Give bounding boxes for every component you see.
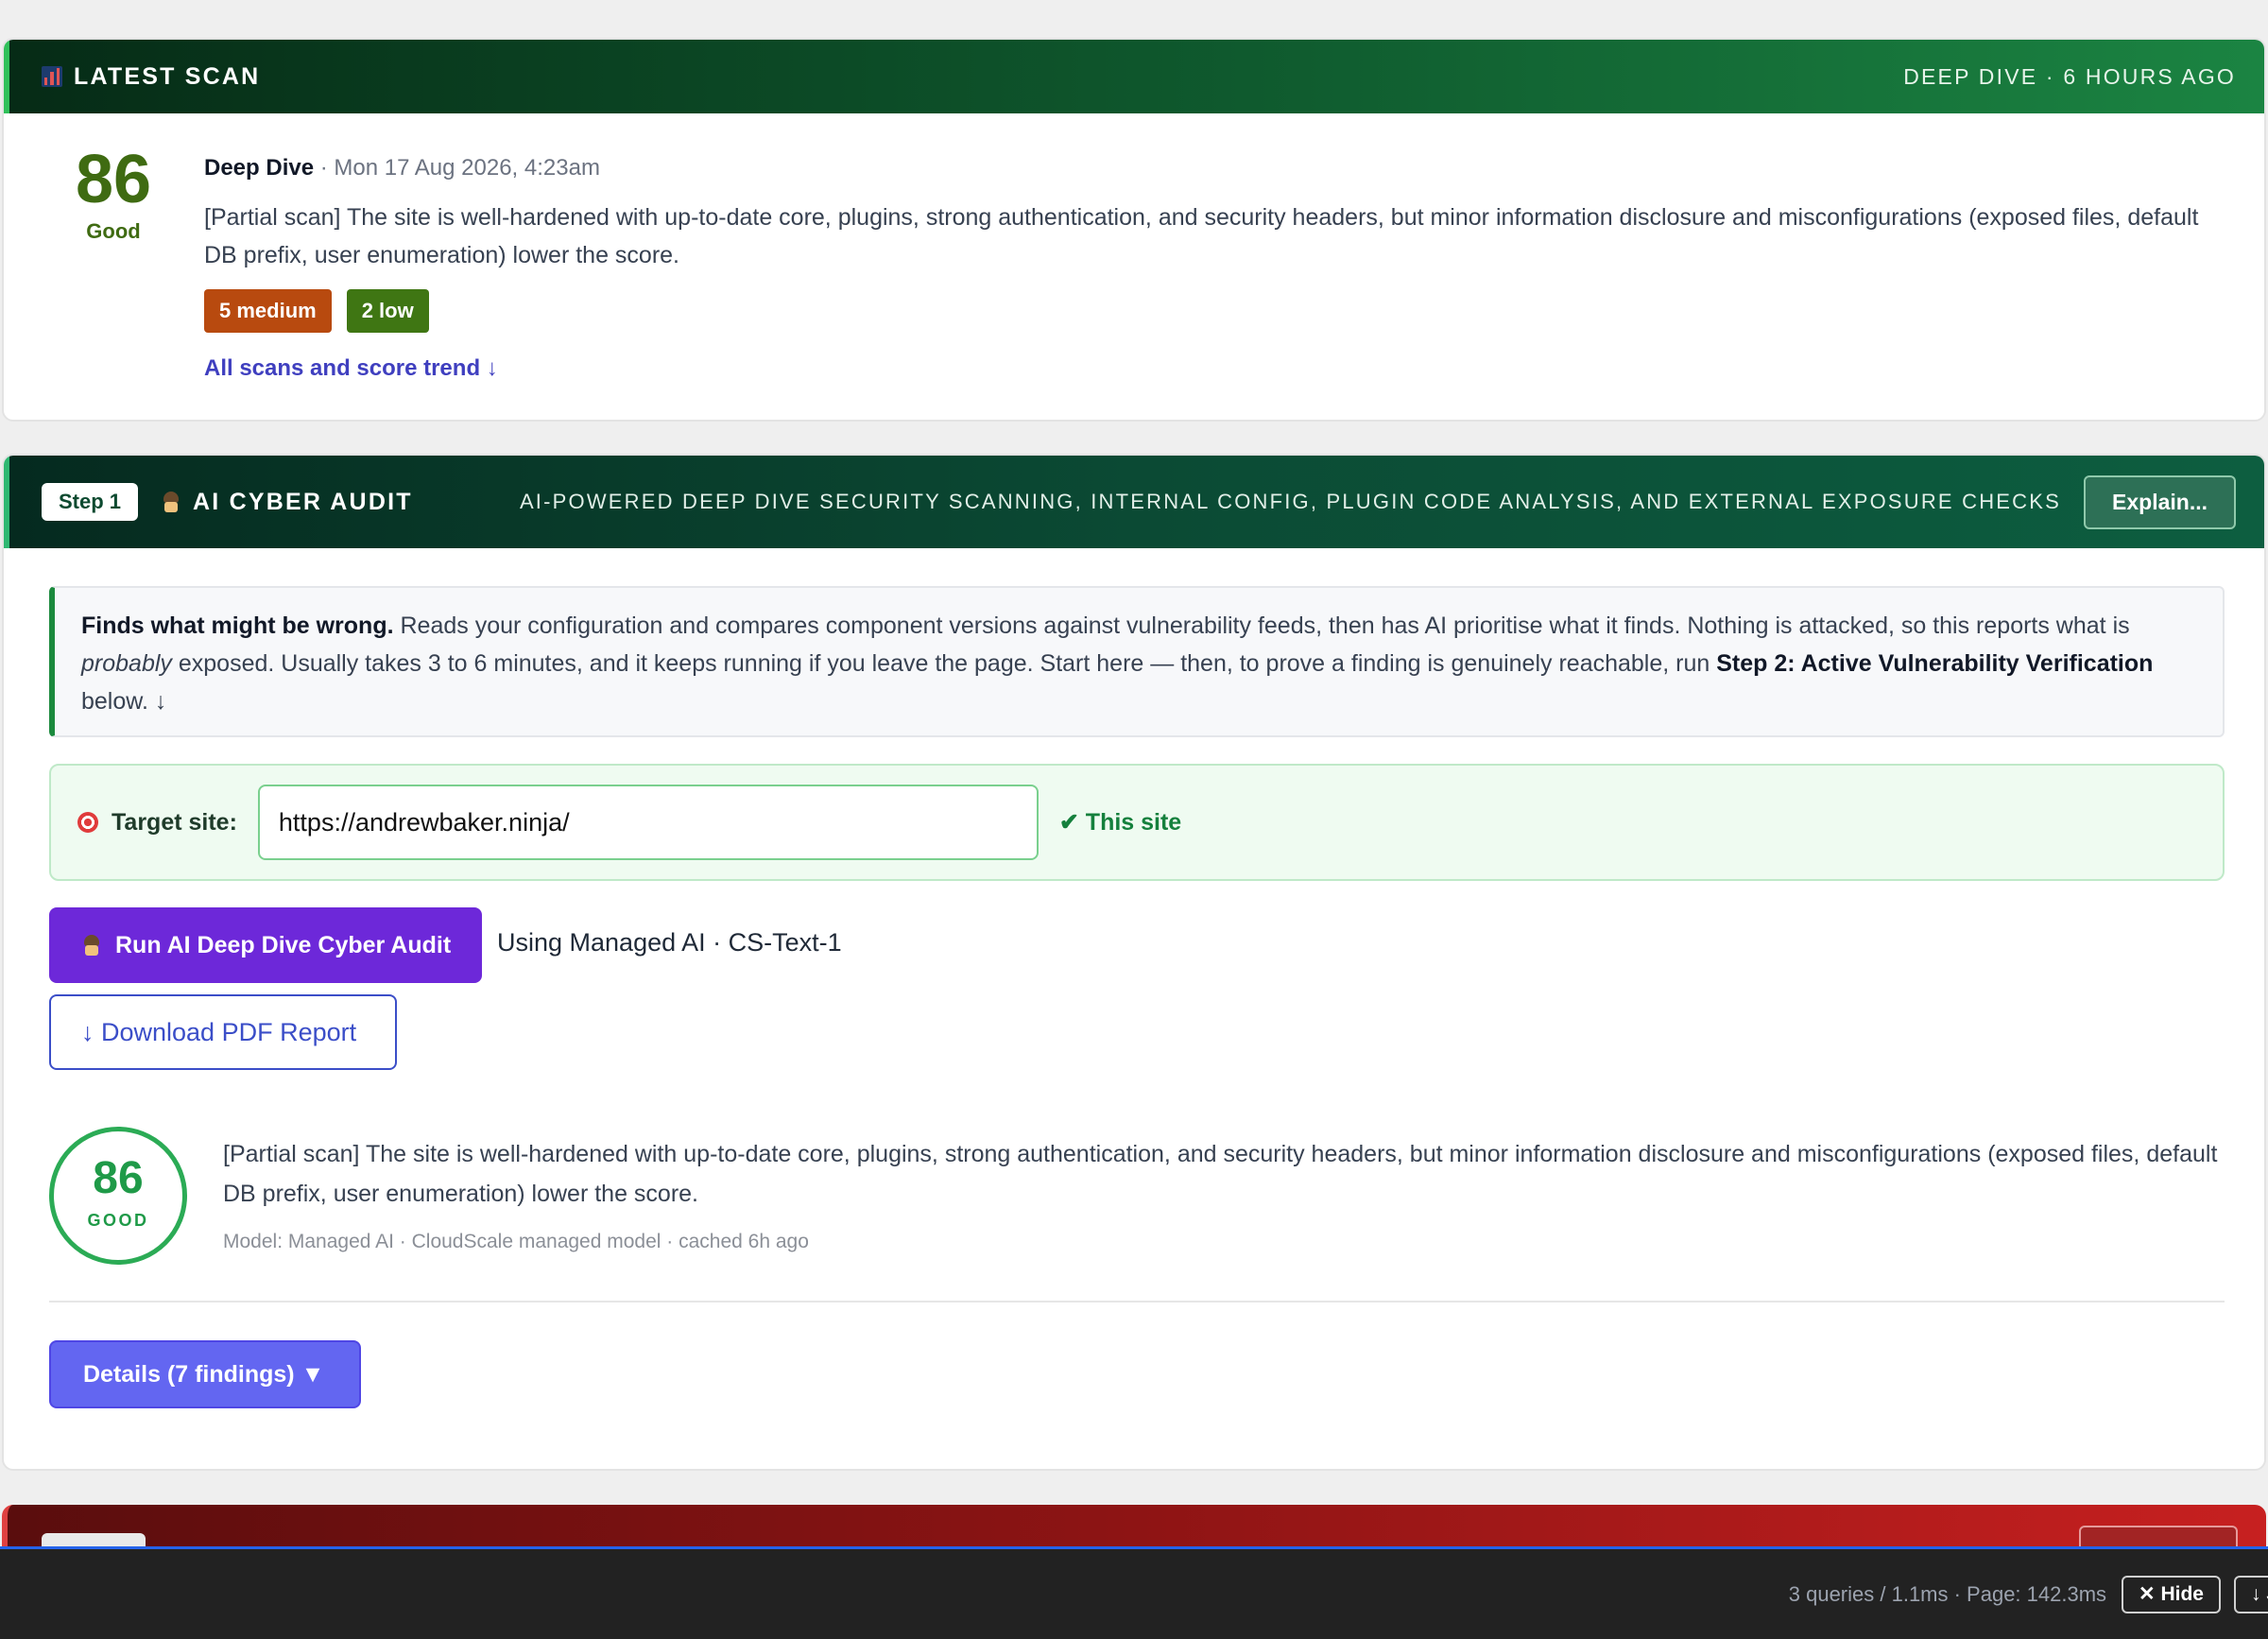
audit-subtitle: AI-POWERED DEEP DIVE SECURITY SCANNING, … — [519, 490, 2062, 513]
target-site-box: Target site: ✔ This site — [49, 764, 2225, 881]
info-emphasis: probably — [81, 650, 172, 677]
audit-title: AI CYBER AUDIT — [193, 488, 413, 515]
score-ring: 86 GOOD — [49, 1127, 187, 1265]
low-badge: 2 low — [346, 289, 429, 333]
info-text: Reads your configuration and compares co… — [393, 612, 2130, 639]
result-summary: [Partial scan] The site is well-hardened… — [223, 1141, 2218, 1207]
info-step2: Step 2: Active Vulnerability Verificatio… — [1716, 650, 2154, 677]
query-stats: 3 queries / 1.1ms · Page: 142.3ms — [1788, 1581, 2107, 1606]
ai-model-text: Using Managed AI · CS-Text-1 — [497, 928, 842, 957]
jump-button[interactable]: ↓ J — [2233, 1575, 2268, 1613]
latest-scan-meta: DEEP DIVE · 6 HOURS AGO — [1903, 63, 2236, 89]
target-label: Target site: — [112, 808, 237, 836]
ninja-icon — [161, 491, 181, 513]
scan-meta-line: Deep Dive · Mon 17 Aug 2026, 4:23am — [204, 155, 2226, 181]
score-value: 86 — [75, 142, 152, 217]
debug-bar: 3 queries / 1.1ms · Page: 142.3ms ✕ Hide… — [0, 1546, 2268, 1639]
this-site-indicator: ✔ This site — [1058, 809, 1182, 836]
model-info: Model: Managed AI · CloudScale managed m… — [223, 1231, 809, 1252]
bar-chart-icon — [42, 66, 62, 87]
latest-scan-title: LATEST SCAN — [74, 62, 261, 90]
scan-type: Deep Dive — [204, 155, 315, 181]
details-toggle-button[interactable]: Details (7 findings) ▼ — [49, 1340, 361, 1408]
scan-trend-link[interactable]: All scans and score trend ↓ — [204, 355, 498, 382]
download-pdf-button[interactable]: ↓ Download PDF Report — [49, 994, 397, 1070]
ninja-icon — [81, 934, 102, 957]
target-icon — [77, 812, 98, 833]
info-text: below. ↓ — [81, 688, 167, 715]
run-audit-label: Run AI Deep Dive Cyber Audit — [115, 931, 452, 958]
run-audit-button[interactable]: Run AI Deep Dive Cyber Audit — [49, 907, 482, 983]
latest-scan-body: Deep Dive · Mon 17 Aug 2026, 4:23am [Par… — [204, 155, 2226, 382]
audit-header: Step 1 AI CYBER AUDIT AI-POWERED DEEP DI… — [4, 456, 2264, 548]
medium-badge: 5 medium — [204, 289, 332, 333]
step-badge: Step 1 — [42, 483, 139, 521]
severity-badges: 5 medium 2 low — [204, 289, 2226, 333]
scan-date: · Mon 17 Aug 2026, 4:23am — [314, 155, 600, 181]
audit-info-box: Finds what might be wrong. Reads your co… — [49, 586, 2225, 737]
info-text: exposed. Usually takes 3 to 6 minutes, a… — [171, 650, 1717, 677]
score-display: 86 Good — [60, 146, 166, 244]
score-grade: Good — [86, 219, 141, 243]
target-url-input[interactable] — [257, 785, 1039, 860]
result-score: 86 — [93, 1153, 144, 1203]
latest-scan-card: LATEST SCAN DEEP DIVE · 6 HOURS AGO 86 G… — [2, 38, 2266, 422]
info-lead: Finds what might be wrong. — [81, 612, 394, 639]
scan-summary: [Partial scan] The site is well-hardened… — [204, 204, 2199, 268]
hide-debug-button[interactable]: ✕ Hide — [2122, 1575, 2221, 1613]
explain-button[interactable]: Explain... — [2084, 474, 2236, 529]
latest-scan-header: LATEST SCAN DEEP DIVE · 6 HOURS AGO — [4, 40, 2264, 113]
result-grade: GOOD — [87, 1211, 149, 1230]
ai-cyber-audit-card: Step 1 AI CYBER AUDIT AI-POWERED DEEP DI… — [2, 454, 2266, 1471]
divider — [49, 1301, 2225, 1303]
